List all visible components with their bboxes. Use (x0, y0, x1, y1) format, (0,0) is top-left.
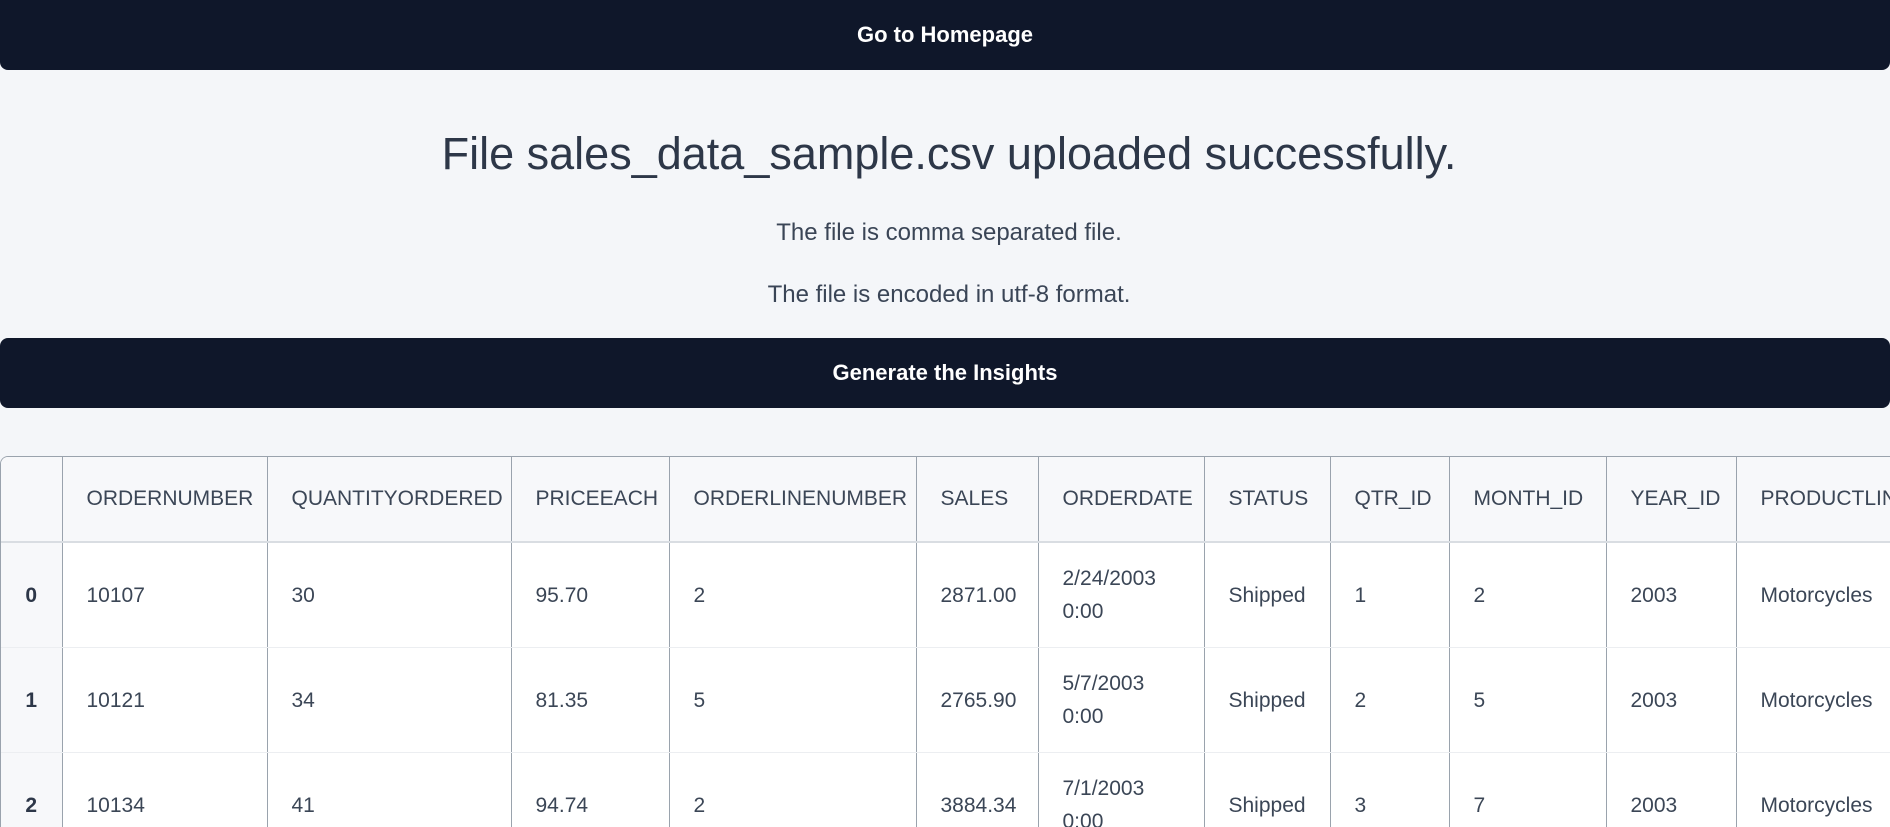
table-cell: 7/1/2003 0:00 (1038, 753, 1204, 827)
table-cell: 94.74 (511, 753, 669, 827)
table-cell: 5 (669, 648, 916, 753)
table-cell: 34 (267, 648, 511, 753)
go-to-homepage-button[interactable]: Go to Homepage (0, 0, 1890, 70)
table-cell: Motorcycles (1736, 753, 1890, 827)
data-table: ORDERNUMBER QUANTITYORDERED PRICEEACH OR… (1, 457, 1890, 827)
table-cell: 2 (1330, 648, 1449, 753)
table-cell: 2003 (1606, 648, 1736, 753)
table-cell: 10134 (62, 753, 267, 827)
column-header: QUANTITYORDERED (267, 457, 511, 542)
column-header: STATUS (1204, 457, 1330, 542)
table-cell: 2765.90 (916, 648, 1038, 753)
data-table-container[interactable]: ORDERNUMBER QUANTITYORDERED PRICEEACH OR… (0, 456, 1890, 827)
table-cell: 2 (1449, 542, 1606, 648)
row-index: 2 (1, 753, 62, 827)
table-cell: Motorcycles (1736, 648, 1890, 753)
generate-insights-button[interactable]: Generate the Insights (0, 338, 1890, 408)
column-header: YEAR_ID (1606, 457, 1736, 542)
table-cell: 2/24/2003 0:00 (1038, 542, 1204, 648)
table-cell: Shipped (1204, 542, 1330, 648)
table-row: 2 10134 41 94.74 2 3884.34 7/1/2003 0:00… (1, 753, 1890, 827)
table-cell: Shipped (1204, 648, 1330, 753)
column-header: QTR_ID (1330, 457, 1449, 542)
table-cell: 95.70 (511, 542, 669, 648)
column-header: SALES (916, 457, 1038, 542)
column-header: ORDERDATE (1038, 457, 1204, 542)
table-cell: 3884.34 (916, 753, 1038, 827)
table-header-row: ORDERNUMBER QUANTITYORDERED PRICEEACH OR… (1, 457, 1890, 542)
table-cell: 3 (1330, 753, 1449, 827)
table-cell: 41 (267, 753, 511, 827)
table-cell: 81.35 (511, 648, 669, 753)
table-cell: 2003 (1606, 542, 1736, 648)
separator-info-text: The file is comma separated file. (0, 219, 1890, 247)
table-cell: 10107 (62, 542, 267, 648)
column-header: ORDERLINENUMBER (669, 457, 916, 542)
table-cell: 2 (669, 542, 916, 648)
encoding-info-text: The file is encoded in utf-8 format. (0, 281, 1890, 309)
row-index: 0 (1, 542, 62, 648)
column-header: ORDERNUMBER (62, 457, 267, 542)
table-cell: 5 (1449, 648, 1606, 753)
column-header: PRICEEACH (511, 457, 669, 542)
table-cell: 5/7/2003 0:00 (1038, 648, 1204, 753)
column-header: MONTH_ID (1449, 457, 1606, 542)
table-cell: 2871.00 (916, 542, 1038, 648)
table-cell: 2 (669, 753, 916, 827)
table-row: 1 10121 34 81.35 5 2765.90 5/7/2003 0:00… (1, 648, 1890, 753)
column-header: PRODUCTLINE (1736, 457, 1890, 542)
row-index: 1 (1, 648, 62, 753)
table-cell: 10121 (62, 648, 267, 753)
table-cell: 1 (1330, 542, 1449, 648)
table-cell: Shipped (1204, 753, 1330, 827)
column-header-index (1, 457, 62, 542)
table-cell: 2003 (1606, 753, 1736, 827)
table-cell: 30 (267, 542, 511, 648)
page-title: File sales_data_sample.csv uploaded succ… (0, 128, 1890, 180)
table-cell: 7 (1449, 753, 1606, 827)
table-row: 0 10107 30 95.70 2 2871.00 2/24/2003 0:0… (1, 542, 1890, 648)
table-cell: Motorcycles (1736, 542, 1890, 648)
